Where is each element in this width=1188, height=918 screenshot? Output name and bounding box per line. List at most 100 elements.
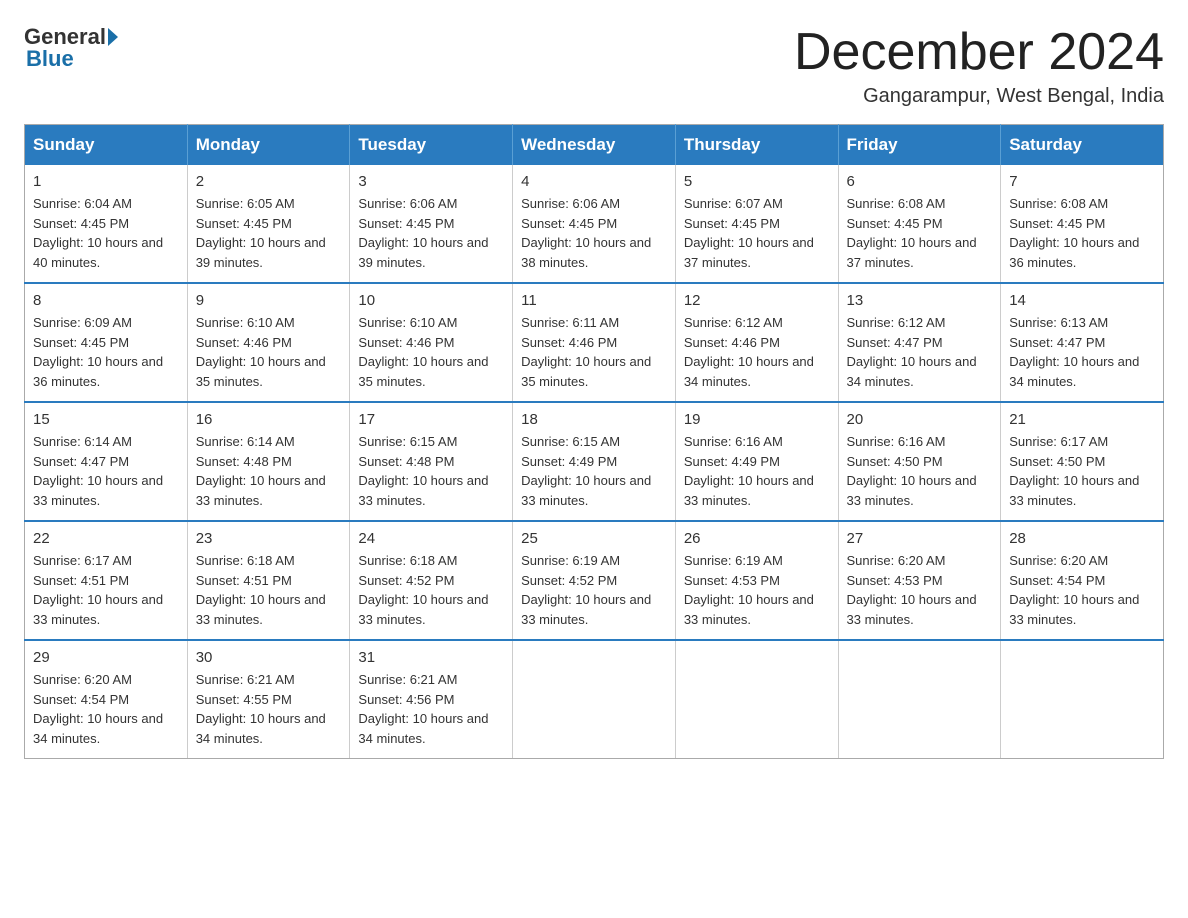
header-tuesday: Tuesday xyxy=(350,125,513,166)
day-info: Sunrise: 6:08 AMSunset: 4:45 PMDaylight:… xyxy=(847,194,993,272)
calendar-cell: 31 Sunrise: 6:21 AMSunset: 4:56 PMDaylig… xyxy=(350,640,513,759)
calendar-cell: 11 Sunrise: 6:11 AMSunset: 4:46 PMDaylig… xyxy=(513,283,676,402)
calendar-table: SundayMondayTuesdayWednesdayThursdayFrid… xyxy=(24,124,1164,759)
day-number: 31 xyxy=(358,649,504,666)
logo-blue: Blue xyxy=(26,46,74,72)
day-number: 4 xyxy=(521,173,667,190)
calendar-cell xyxy=(675,640,838,759)
calendar-cell: 5 Sunrise: 6:07 AMSunset: 4:45 PMDayligh… xyxy=(675,165,838,283)
day-number: 7 xyxy=(1009,173,1155,190)
calendar-cell: 26 Sunrise: 6:19 AMSunset: 4:53 PMDaylig… xyxy=(675,521,838,640)
calendar-cell: 12 Sunrise: 6:12 AMSunset: 4:46 PMDaylig… xyxy=(675,283,838,402)
day-info: Sunrise: 6:16 AMSunset: 4:49 PMDaylight:… xyxy=(684,432,830,510)
day-number: 11 xyxy=(521,292,667,309)
day-number: 25 xyxy=(521,530,667,547)
calendar-cell: 29 Sunrise: 6:20 AMSunset: 4:54 PMDaylig… xyxy=(25,640,188,759)
day-info: Sunrise: 6:15 AMSunset: 4:49 PMDaylight:… xyxy=(521,432,667,510)
week-row-4: 22 Sunrise: 6:17 AMSunset: 4:51 PMDaylig… xyxy=(25,521,1164,640)
day-info: Sunrise: 6:18 AMSunset: 4:52 PMDaylight:… xyxy=(358,551,504,629)
day-number: 18 xyxy=(521,411,667,428)
week-row-2: 8 Sunrise: 6:09 AMSunset: 4:45 PMDayligh… xyxy=(25,283,1164,402)
calendar-cell: 19 Sunrise: 6:16 AMSunset: 4:49 PMDaylig… xyxy=(675,402,838,521)
day-number: 1 xyxy=(33,173,179,190)
header-saturday: Saturday xyxy=(1001,125,1164,166)
day-info: Sunrise: 6:20 AMSunset: 4:54 PMDaylight:… xyxy=(33,670,179,748)
day-number: 17 xyxy=(358,411,504,428)
header-thursday: Thursday xyxy=(675,125,838,166)
day-number: 15 xyxy=(33,411,179,428)
day-info: Sunrise: 6:09 AMSunset: 4:45 PMDaylight:… xyxy=(33,313,179,391)
location: Gangarampur, West Bengal, India xyxy=(794,85,1164,108)
day-number: 12 xyxy=(684,292,830,309)
day-number: 2 xyxy=(196,173,342,190)
day-number: 19 xyxy=(684,411,830,428)
day-number: 22 xyxy=(33,530,179,547)
calendar-cell: 16 Sunrise: 6:14 AMSunset: 4:48 PMDaylig… xyxy=(187,402,350,521)
calendar-cell: 25 Sunrise: 6:19 AMSunset: 4:52 PMDaylig… xyxy=(513,521,676,640)
day-info: Sunrise: 6:19 AMSunset: 4:53 PMDaylight:… xyxy=(684,551,830,629)
calendar-cell: 22 Sunrise: 6:17 AMSunset: 4:51 PMDaylig… xyxy=(25,521,188,640)
calendar-cell: 23 Sunrise: 6:18 AMSunset: 4:51 PMDaylig… xyxy=(187,521,350,640)
calendar-cell xyxy=(838,640,1001,759)
day-info: Sunrise: 6:06 AMSunset: 4:45 PMDaylight:… xyxy=(358,194,504,272)
week-row-1: 1 Sunrise: 6:04 AMSunset: 4:45 PMDayligh… xyxy=(25,165,1164,283)
day-info: Sunrise: 6:10 AMSunset: 4:46 PMDaylight:… xyxy=(196,313,342,391)
calendar-cell: 21 Sunrise: 6:17 AMSunset: 4:50 PMDaylig… xyxy=(1001,402,1164,521)
calendar-cell: 1 Sunrise: 6:04 AMSunset: 4:45 PMDayligh… xyxy=(25,165,188,283)
logo: General Blue xyxy=(24,24,120,72)
day-number: 9 xyxy=(196,292,342,309)
calendar-cell: 4 Sunrise: 6:06 AMSunset: 4:45 PMDayligh… xyxy=(513,165,676,283)
calendar-cell: 7 Sunrise: 6:08 AMSunset: 4:45 PMDayligh… xyxy=(1001,165,1164,283)
day-number: 20 xyxy=(847,411,993,428)
day-info: Sunrise: 6:11 AMSunset: 4:46 PMDaylight:… xyxy=(521,313,667,391)
header-friday: Friday xyxy=(838,125,1001,166)
day-info: Sunrise: 6:13 AMSunset: 4:47 PMDaylight:… xyxy=(1009,313,1155,391)
day-info: Sunrise: 6:17 AMSunset: 4:50 PMDaylight:… xyxy=(1009,432,1155,510)
calendar-cell: 18 Sunrise: 6:15 AMSunset: 4:49 PMDaylig… xyxy=(513,402,676,521)
day-info: Sunrise: 6:14 AMSunset: 4:47 PMDaylight:… xyxy=(33,432,179,510)
header-wednesday: Wednesday xyxy=(513,125,676,166)
day-number: 3 xyxy=(358,173,504,190)
day-info: Sunrise: 6:04 AMSunset: 4:45 PMDaylight:… xyxy=(33,194,179,272)
calendar-cell: 27 Sunrise: 6:20 AMSunset: 4:53 PMDaylig… xyxy=(838,521,1001,640)
day-info: Sunrise: 6:20 AMSunset: 4:53 PMDaylight:… xyxy=(847,551,993,629)
calendar-cell: 6 Sunrise: 6:08 AMSunset: 4:45 PMDayligh… xyxy=(838,165,1001,283)
day-number: 21 xyxy=(1009,411,1155,428)
day-info: Sunrise: 6:20 AMSunset: 4:54 PMDaylight:… xyxy=(1009,551,1155,629)
calendar-header: SundayMondayTuesdayWednesdayThursdayFrid… xyxy=(25,125,1164,166)
calendar-cell: 9 Sunrise: 6:10 AMSunset: 4:46 PMDayligh… xyxy=(187,283,350,402)
calendar-cell: 3 Sunrise: 6:06 AMSunset: 4:45 PMDayligh… xyxy=(350,165,513,283)
calendar-cell: 17 Sunrise: 6:15 AMSunset: 4:48 PMDaylig… xyxy=(350,402,513,521)
day-number: 24 xyxy=(358,530,504,547)
day-info: Sunrise: 6:12 AMSunset: 4:47 PMDaylight:… xyxy=(847,313,993,391)
day-number: 5 xyxy=(684,173,830,190)
day-number: 10 xyxy=(358,292,504,309)
calendar-cell: 14 Sunrise: 6:13 AMSunset: 4:47 PMDaylig… xyxy=(1001,283,1164,402)
day-headers-row: SundayMondayTuesdayWednesdayThursdayFrid… xyxy=(25,125,1164,166)
day-info: Sunrise: 6:12 AMSunset: 4:46 PMDaylight:… xyxy=(684,313,830,391)
day-number: 16 xyxy=(196,411,342,428)
header-monday: Monday xyxy=(187,125,350,166)
day-info: Sunrise: 6:18 AMSunset: 4:51 PMDaylight:… xyxy=(196,551,342,629)
day-info: Sunrise: 6:10 AMSunset: 4:46 PMDaylight:… xyxy=(358,313,504,391)
page-header: General Blue December 2024 Gangarampur, … xyxy=(24,24,1164,108)
week-row-3: 15 Sunrise: 6:14 AMSunset: 4:47 PMDaylig… xyxy=(25,402,1164,521)
calendar-cell: 30 Sunrise: 6:21 AMSunset: 4:55 PMDaylig… xyxy=(187,640,350,759)
day-number: 27 xyxy=(847,530,993,547)
calendar-cell: 10 Sunrise: 6:10 AMSunset: 4:46 PMDaylig… xyxy=(350,283,513,402)
header-sunday: Sunday xyxy=(25,125,188,166)
title-section: December 2024 Gangarampur, West Bengal, … xyxy=(794,24,1164,108)
day-number: 6 xyxy=(847,173,993,190)
week-row-5: 29 Sunrise: 6:20 AMSunset: 4:54 PMDaylig… xyxy=(25,640,1164,759)
day-number: 13 xyxy=(847,292,993,309)
calendar-cell: 20 Sunrise: 6:16 AMSunset: 4:50 PMDaylig… xyxy=(838,402,1001,521)
day-info: Sunrise: 6:16 AMSunset: 4:50 PMDaylight:… xyxy=(847,432,993,510)
calendar-cell: 15 Sunrise: 6:14 AMSunset: 4:47 PMDaylig… xyxy=(25,402,188,521)
day-info: Sunrise: 6:21 AMSunset: 4:55 PMDaylight:… xyxy=(196,670,342,748)
day-info: Sunrise: 6:06 AMSunset: 4:45 PMDaylight:… xyxy=(521,194,667,272)
day-info: Sunrise: 6:05 AMSunset: 4:45 PMDaylight:… xyxy=(196,194,342,272)
day-number: 23 xyxy=(196,530,342,547)
day-info: Sunrise: 6:15 AMSunset: 4:48 PMDaylight:… xyxy=(358,432,504,510)
day-number: 8 xyxy=(33,292,179,309)
calendar-cell: 8 Sunrise: 6:09 AMSunset: 4:45 PMDayligh… xyxy=(25,283,188,402)
